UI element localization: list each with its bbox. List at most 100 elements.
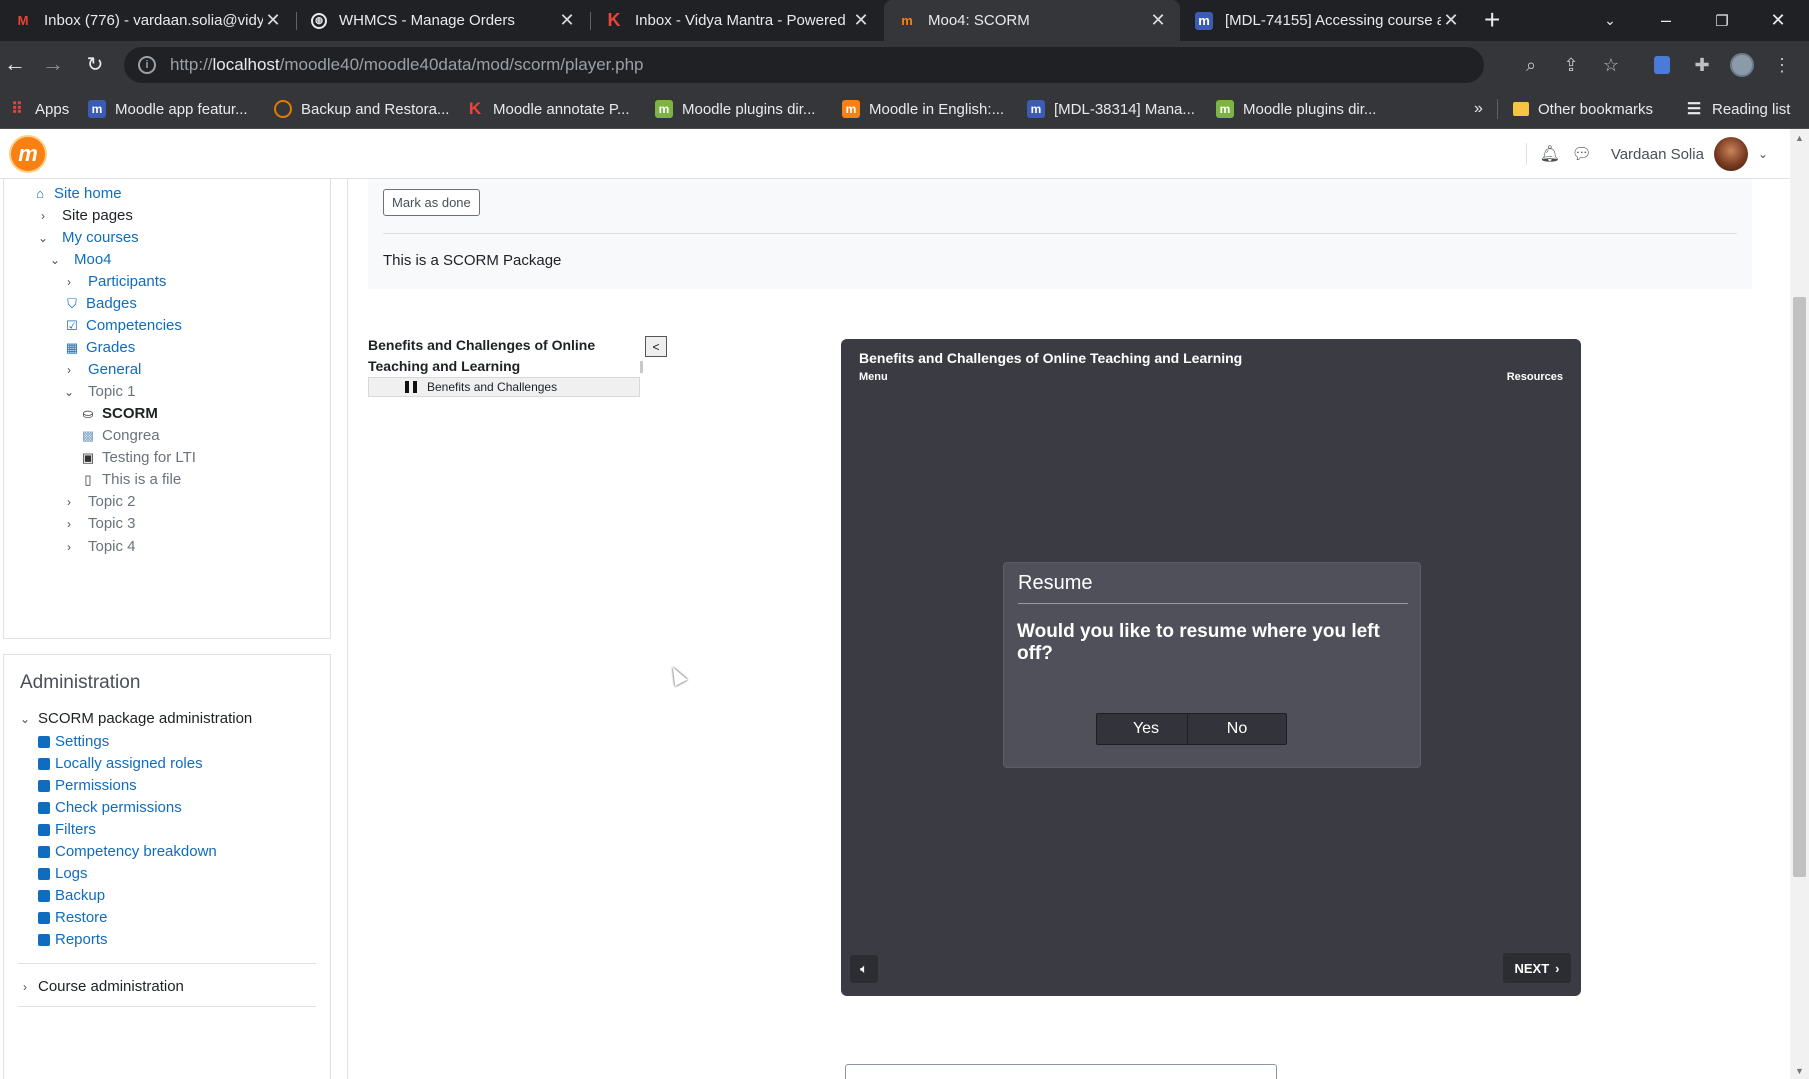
bookmark-moodle-app-features[interactable]: m Moodle app featur... [88,98,248,120]
notification-bell-icon[interactable]: 🔔︎ [1539,143,1561,165]
nav-activity-file[interactable]: ▯ This is a file [80,471,181,488]
activity-divider [383,233,1737,234]
messages-chat-icon[interactable]: 💬︎ [1571,143,1593,165]
close-tab-icon[interactable]: ✕ [1148,10,1168,31]
scroll-up-arrow-icon[interactable]: ▲ [1790,129,1809,146]
nav-activity-lti[interactable]: ▣ Testing for LTI [80,449,196,466]
nav-section-topic-2[interactable]: › Topic 2 [62,493,136,510]
nav-activity-scorm[interactable]: ⛀ SCORM [80,405,158,422]
close-tab-icon[interactable]: ✕ [1441,10,1461,31]
tab-search-chevron-icon[interactable]: ⌄ [1582,0,1638,41]
nav-grades[interactable]: ▦ Grades [64,339,135,356]
bookmark-mdl-38314[interactable]: m [MDL-38314] Mana... [1027,98,1195,120]
nav-my-courses[interactable]: ⌄ My courses [36,229,139,246]
bookmark-other-bookmarks[interactable]: Other bookmarks [1513,98,1653,120]
admin-restore[interactable]: Restore [38,909,108,926]
reading-list-button[interactable]: ☰ Reading list [1685,98,1791,120]
admin-logs[interactable]: Logs [38,865,88,882]
nav-competencies[interactable]: ☑ Competencies [64,317,182,334]
nav-badges[interactable]: ⛉ Badges [64,295,137,312]
nav-participants[interactable]: › Participants [62,273,166,290]
bookmark-label: [MDL-38314] Mana... [1054,100,1195,118]
nav-section-topic-1[interactable]: ⌄ Topic 1 [62,383,136,400]
bookmark-backup-restore[interactable]: Backup and Restora... [274,98,449,120]
administration-block: Administration ⌄ SCORM package administra… [3,654,331,1079]
bookmark-moodle-english[interactable]: m Moodle in English:... [842,98,1004,120]
admin-check-permissions[interactable]: Check permissions [38,799,182,816]
admin-filters[interactable]: Filters [38,821,96,838]
congrea-icon: ▩ [81,427,95,443]
nav-section-topic-3[interactable]: › Topic 3 [62,515,136,532]
apps-grid-icon: ⠿ [11,101,23,118]
restore-window-icon[interactable]: ❐ [1694,0,1750,41]
admin-backup[interactable]: Backup [38,887,105,904]
scroll-thumb[interactable] [1793,297,1806,877]
navigation-select[interactable] [845,1064,1277,1079]
back-arrow-icon[interactable]: ← [0,49,30,79]
nav-activity-congrea[interactable]: ▩ Congrea [80,427,160,444]
admin-section-label: Course administration [38,978,184,995]
browser-tab-vidya-inbox[interactable]: K Inbox - Vidya Mantra - Powered ✕ [591,0,883,41]
user-name[interactable]: Vardaan Solia [1611,146,1704,163]
share-icon[interactable]: ⇪ [1559,53,1583,77]
chevron-down-icon[interactable]: ⌄ [1758,147,1768,161]
profile-avatar-icon[interactable] [1730,53,1754,77]
admin-item-label: Backup [55,887,106,904]
site-info-icon[interactable]: i [138,56,156,74]
admin-reports[interactable]: Reports [38,931,108,948]
next-button[interactable]: NEXT › [1503,953,1571,983]
forward-arrow-icon[interactable]: → [38,49,68,79]
bookmark-moodle-plugins-2[interactable]: m Moodle plugins dir... [1216,98,1376,120]
admin-permissions[interactable]: Permissions [38,777,137,794]
admin-locally-assigned-roles[interactable]: Locally assigned roles [38,755,203,772]
nav-label: Moo4 [74,251,112,268]
nav-section-general[interactable]: › General [62,361,141,378]
volume-icon[interactable]: 🔈︎ [850,955,878,983]
page-scrollbar[interactable]: ▲ ▼ [1790,129,1809,1079]
close-window-icon[interactable]: ✕ [1750,0,1806,41]
extension-blue-icon[interactable] [1650,53,1674,77]
scorm-package-administration[interactable]: ⌄ SCORM package administration [18,710,252,727]
bookmark-moodle-annotate[interactable]: K Moodle annotate P... [466,98,630,120]
minimize-icon[interactable]: – [1638,0,1694,41]
player-resources-button[interactable]: Resources [1507,371,1563,383]
bookmark-star-icon[interactable]: ☆ [1599,53,1623,77]
close-tab-icon[interactable]: ✕ [851,10,871,31]
reload-icon[interactable]: ↻ [80,49,110,79]
nav-site-home[interactable]: ⌂ Site home [32,185,121,202]
browser-tab-mdl-74155[interactable]: m [MDL-74155] Accessing course a ✕ [1181,0,1473,41]
avatar[interactable] [1713,137,1748,171]
no-button[interactable]: No [1187,713,1287,745]
browser-tab-moo4-scorm[interactable]: m Moo4: SCORM ✕ [884,0,1180,41]
close-tab-icon[interactable]: ✕ [557,10,577,31]
admin-item-label: Restore [55,909,108,926]
more-bookmarks-chevron-icon[interactable]: » [1474,98,1483,120]
scroll-down-arrow-icon[interactable]: ▼ [1790,1062,1809,1079]
player-menu-button[interactable]: Menu [859,371,888,383]
toc-item[interactable]: Benefits and Challenges [368,377,640,397]
browser-menu-icon[interactable]: ⋮ [1770,53,1794,77]
yes-button[interactable]: Yes [1096,713,1196,745]
new-tab-plus-icon[interactable]: + [1484,4,1500,36]
address-bar[interactable]: i http://localhost/moodle40/moodle40data… [124,47,1484,83]
zoom-icon[interactable]: ⌕ [1519,53,1543,77]
toc-scrollbar[interactable] [640,361,643,373]
close-tab-icon[interactable]: ✕ [263,10,283,31]
mark-as-done-button[interactable]: Mark as done [383,189,480,216]
course-administration[interactable]: › Course administration [18,978,184,995]
admin-settings[interactable]: Settings [38,733,109,750]
nav-course-moo4[interactable]: ⌄ Moo4 [48,251,112,268]
checkbox-icon: ☑ [66,317,78,333]
admin-competency-breakdown[interactable]: Competency breakdown [38,843,217,860]
k-icon: K [607,10,621,30]
browser-tab-whmcs[interactable]: ◍ WHMCS - Manage Orders ✕ [297,0,589,41]
extensions-puzzle-icon[interactable]: ✚ [1690,53,1714,77]
bookmark-moodle-plugins-1[interactable]: m Moodle plugins dir... [655,98,815,120]
bookmark-apps[interactable]: ⠿ Apps [8,98,69,120]
nav-site-pages[interactable]: › Site pages [36,207,133,224]
nav-section-topic-4[interactable]: › Topic 4 [62,538,136,555]
moodle-navbar: m 🔔︎ 💬︎ Vardaan Solia ⌄ [0,129,1790,179]
toc-collapse-button[interactable]: < [645,336,667,357]
moodle-logo[interactable]: m [9,135,47,173]
browser-tab-gmail[interactable]: M Inbox (776) - vardaan.solia@vidy ✕ [0,0,295,41]
